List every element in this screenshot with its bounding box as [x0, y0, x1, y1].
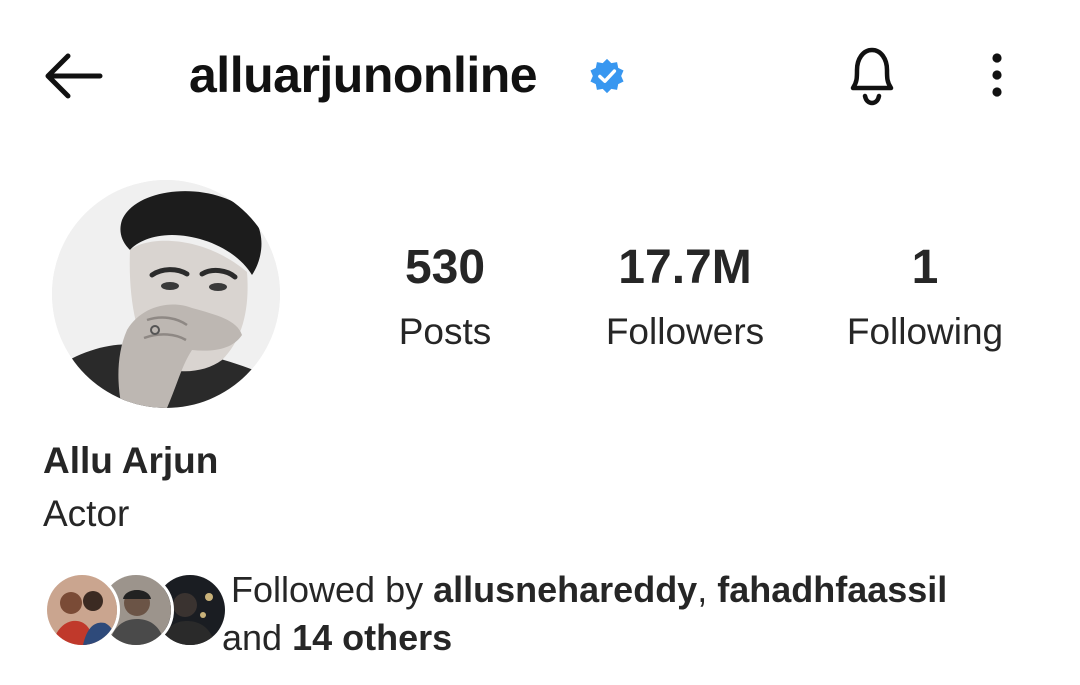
followed-by-separator: , [697, 569, 718, 610]
following-count: 1 [911, 241, 939, 294]
back-button[interactable] [38, 44, 108, 108]
profile-avatar[interactable] [52, 180, 280, 408]
followers-count: 17.7M [618, 241, 752, 294]
mutual-followers-others[interactable]: 14 others [292, 617, 452, 658]
arrow-left-icon [45, 53, 103, 99]
profile-username: alluarjunonline [189, 47, 538, 103]
followers-stat[interactable]: 17.7M Followers [575, 240, 795, 354]
more-options-button[interactable] [980, 48, 1014, 104]
notifications-button[interactable] [838, 40, 906, 110]
verified-badge-icon [588, 57, 626, 95]
followed-by-connector: and [222, 617, 293, 658]
posts-label: Posts [398, 311, 492, 352]
mutual-avatar [44, 572, 120, 648]
followed-by-text[interactable]: Followed by allusnehareddy, fahadhfaassi… [222, 566, 1051, 662]
posts-count: 530 [404, 241, 486, 294]
mutual-follower-username[interactable]: fahadhfaassil [717, 569, 947, 610]
mutual-followers-avatars[interactable] [44, 572, 228, 648]
following-stat[interactable]: 1 Following [825, 240, 1025, 354]
profile-full-name: Allu Arjun [43, 440, 219, 481]
posts-stat[interactable]: 530 Posts [365, 240, 525, 354]
bell-icon [850, 47, 894, 106]
followers-label: Followers [605, 311, 765, 352]
more-vertical-icon [992, 53, 1002, 97]
mutual-follower-username[interactable]: allusnehareddy [433, 569, 697, 610]
following-label: Following [846, 311, 1004, 352]
followed-by-prefix: Followed by [231, 569, 434, 610]
profile-bio: Actor [43, 493, 130, 534]
